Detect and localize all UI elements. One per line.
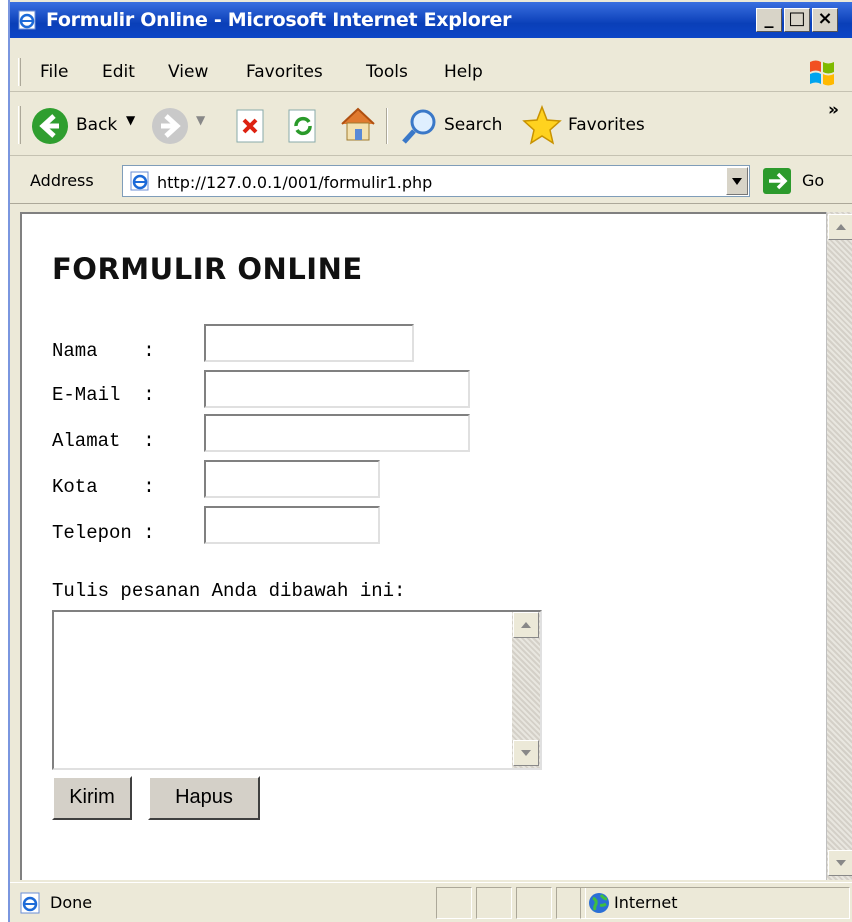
menu-favorites[interactable]: Favorites bbox=[246, 62, 323, 82]
forward-arrow-icon[interactable] bbox=[150, 106, 190, 146]
status-panel bbox=[516, 887, 552, 919]
back-dropdown-icon[interactable]: ▼ bbox=[126, 113, 135, 127]
favorites-star-icon[interactable] bbox=[522, 104, 562, 146]
field-label-alamat: Alamat : bbox=[52, 430, 155, 452]
scroll-up-button[interactable] bbox=[828, 214, 852, 240]
chevron-up-icon bbox=[521, 622, 531, 628]
menu-help[interactable]: Help bbox=[444, 62, 483, 82]
textarea-scrollbar[interactable] bbox=[512, 612, 540, 768]
stop-icon[interactable] bbox=[234, 108, 268, 144]
scroll-down-button[interactable] bbox=[828, 850, 852, 876]
title-bar[interactable]: Formulir Online - Microsoft Internet Exp… bbox=[10, 2, 852, 38]
ie-page-icon bbox=[18, 10, 36, 30]
standard-toolbar: Back ▼ ▼ Search Favorites » bbox=[10, 94, 852, 156]
address-label: Address bbox=[30, 171, 94, 190]
nama-input[interactable] bbox=[204, 324, 414, 362]
email-input[interactable] bbox=[204, 370, 470, 408]
close-button[interactable]: × bbox=[812, 8, 838, 32]
toolbar-overflow-chevron[interactable]: » bbox=[828, 100, 839, 120]
favorites-button-label[interactable]: Favorites bbox=[568, 115, 645, 135]
refresh-icon[interactable] bbox=[286, 108, 320, 144]
browser-window: Formulir Online - Microsoft Internet Exp… bbox=[8, 0, 852, 922]
page-done-icon bbox=[20, 892, 40, 914]
back-arrow-icon[interactable] bbox=[30, 106, 70, 146]
menu-view[interactable]: View bbox=[168, 62, 208, 82]
page-content: FORMULIR ONLINE Nama : E-Mail : Alamat :… bbox=[20, 212, 826, 880]
message-prompt: Tulis pesanan Anda dibawah ini: bbox=[52, 580, 406, 602]
menu-edit[interactable]: Edit bbox=[102, 62, 135, 82]
menu-tools[interactable]: Tools bbox=[366, 62, 408, 82]
status-panel bbox=[436, 887, 472, 919]
address-dropdown-button[interactable] bbox=[726, 167, 748, 195]
kirim-button[interactable]: Kirim bbox=[52, 776, 132, 820]
security-zone-label: Internet bbox=[614, 893, 678, 912]
message-textarea[interactable] bbox=[52, 610, 542, 770]
windows-logo-icon bbox=[810, 60, 834, 86]
menubar-grip[interactable] bbox=[18, 58, 21, 86]
minimize-button[interactable]: _ bbox=[756, 8, 782, 32]
address-input[interactable]: http://127.0.0.1/001/formulir1.php bbox=[122, 165, 750, 197]
chevron-down-icon bbox=[836, 860, 846, 866]
restore-button[interactable]: □ bbox=[784, 8, 810, 32]
back-button-label[interactable]: Back bbox=[76, 115, 117, 135]
go-arrow-icon[interactable] bbox=[762, 167, 792, 195]
page-icon bbox=[130, 171, 149, 191]
hapus-button[interactable]: Hapus bbox=[148, 776, 260, 820]
chevron-up-icon bbox=[836, 224, 846, 230]
chevron-down-icon bbox=[521, 750, 531, 756]
status-bar: Done Internet bbox=[10, 882, 852, 922]
toolbar-separator bbox=[386, 108, 388, 144]
forward-dropdown-icon[interactable]: ▼ bbox=[196, 113, 205, 127]
kota-input[interactable] bbox=[204, 460, 380, 498]
toolbar-grip[interactable] bbox=[18, 106, 21, 144]
alamat-input[interactable] bbox=[204, 414, 470, 452]
address-bar: Address http://127.0.0.1/001/formulir1.p… bbox=[10, 158, 852, 204]
textarea-scroll-up-button[interactable] bbox=[513, 612, 539, 638]
search-button-label[interactable]: Search bbox=[444, 115, 502, 135]
go-button-label[interactable]: Go bbox=[802, 171, 824, 190]
field-label-email: E-Mail : bbox=[52, 384, 155, 406]
field-label-telepon: Telepon : bbox=[52, 522, 155, 544]
menu-file[interactable]: File bbox=[40, 62, 68, 82]
status-panel bbox=[476, 887, 512, 919]
field-label-kota: Kota : bbox=[52, 476, 155, 498]
field-label-nama: Nama : bbox=[52, 340, 155, 362]
search-icon[interactable] bbox=[400, 106, 440, 146]
textarea-scroll-down-button[interactable] bbox=[513, 740, 539, 766]
telepon-input[interactable] bbox=[204, 506, 380, 544]
page-heading: FORMULIR ONLINE bbox=[52, 252, 363, 286]
address-url: http://127.0.0.1/001/formulir1.php bbox=[157, 173, 433, 192]
home-icon[interactable] bbox=[338, 104, 378, 144]
window-title: Formulir Online - Microsoft Internet Exp… bbox=[46, 9, 512, 31]
status-text: Done bbox=[50, 893, 93, 912]
page-scrollbar[interactable] bbox=[826, 212, 852, 880]
chevron-down-icon bbox=[732, 178, 742, 185]
menu-bar: File Edit View Favorites Tools Help bbox=[10, 52, 852, 92]
globe-icon bbox=[589, 893, 609, 913]
